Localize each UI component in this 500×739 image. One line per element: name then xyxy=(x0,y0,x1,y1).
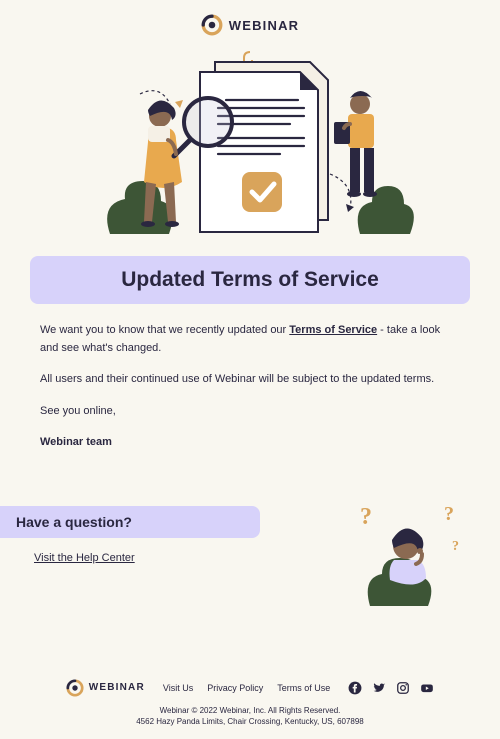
question-illustration: ? ? ? xyxy=(340,498,470,608)
title-banner: Updated Terms of Service xyxy=(30,256,470,304)
question-section: Have a question? Visit the Help Center ?… xyxy=(0,506,500,616)
page-title: Updated Terms of Service xyxy=(40,268,460,292)
youtube-icon[interactable] xyxy=(420,681,434,695)
twitter-icon[interactable] xyxy=(372,681,386,695)
body-text: We want you to know that we recently upd… xyxy=(40,322,460,466)
footer-legal: Webinar © 2022 Webinar, Inc. All Rights … xyxy=(0,705,500,727)
paragraph-1: We want you to know that we recently upd… xyxy=(40,322,460,357)
footer: WEBINAR Visit Us Privacy Policy Terms of… xyxy=(0,669,500,739)
footer-links: Visit Us Privacy Policy Terms of Use xyxy=(163,683,330,693)
header: WEBINAR xyxy=(0,0,500,44)
svg-text:?: ? xyxy=(452,539,459,554)
social-icons xyxy=(348,681,434,695)
svg-text:?: ? xyxy=(444,503,454,525)
privacy-policy-link[interactable]: Privacy Policy xyxy=(207,683,263,693)
copyright-text: Webinar © 2022 Webinar, Inc. All Rights … xyxy=(0,705,500,716)
svg-text:?: ? xyxy=(360,504,372,530)
paragraph-3: See you online, xyxy=(40,403,460,421)
signoff: Webinar team xyxy=(40,434,460,452)
visit-us-link[interactable]: Visit Us xyxy=(163,683,193,693)
webinar-logo-icon xyxy=(201,14,223,36)
help-center-link[interactable]: Visit the Help Center xyxy=(34,552,135,564)
question-heading: Have a question? xyxy=(16,514,244,530)
hero-illustration xyxy=(20,44,480,244)
instagram-icon[interactable] xyxy=(396,681,410,695)
question-banner: Have a question? xyxy=(0,506,260,538)
footer-brand-name: WEBINAR xyxy=(89,682,145,693)
terms-of-use-link[interactable]: Terms of Use xyxy=(277,683,330,693)
terms-of-service-link[interactable]: Terms of Service xyxy=(289,324,377,336)
paragraph-2: All users and their continued use of Web… xyxy=(40,371,460,389)
footer-row: WEBINAR Visit Us Privacy Policy Terms of… xyxy=(0,679,500,697)
brand-logo: WEBINAR xyxy=(201,14,300,36)
address-text: 4562 Hazy Panda Limits, Chair Crossing, … xyxy=(0,716,500,727)
brand-name: WEBINAR xyxy=(229,18,300,33)
facebook-icon[interactable] xyxy=(348,681,362,695)
webinar-logo-icon xyxy=(66,679,84,697)
footer-logo: WEBINAR xyxy=(66,679,145,697)
